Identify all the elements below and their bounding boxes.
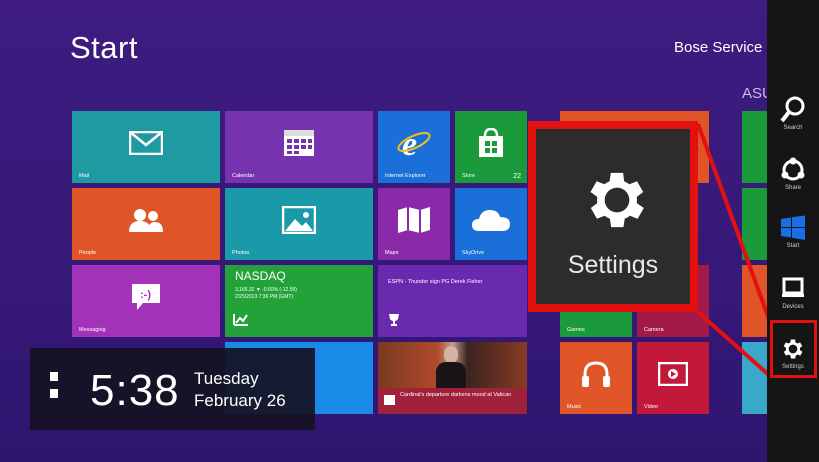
cloud-icon <box>471 208 511 232</box>
maps-icon <box>397 206 431 234</box>
settings-callout[interactable]: Settings <box>528 121 698 312</box>
clock-day: Tuesday <box>194 369 259 388</box>
tile-label: Video <box>644 404 658 410</box>
finance-quote-value: 3,165.32 ▼ -0.60% (-12.59) <box>235 287 297 293</box>
settings-charm-highlight <box>770 320 817 378</box>
settings-callout-inner: Settings <box>536 129 690 304</box>
tile-label: SkyDrive <box>462 250 485 256</box>
tile-label: Music <box>567 404 582 410</box>
tile-skydrive[interactable]: SkyDrive <box>455 188 527 260</box>
tile-asus-2[interactable] <box>742 188 767 260</box>
status-icons <box>50 372 66 406</box>
tile-label: Games <box>567 327 585 333</box>
clock-date: February 26 <box>194 391 286 410</box>
sports-headline: ESPN - Thunder sign PG Derek Fisher <box>388 279 483 285</box>
charm-share[interactable]: Share <box>767 148 819 210</box>
start-title: Start <box>70 30 138 65</box>
tile-maps[interactable]: Maps <box>378 188 450 260</box>
news-headline: Cardinal's departure darkens mood at Vat… <box>400 392 512 398</box>
tile-finance[interactable]: NASDAQ 3,165.32 ▼ -0.60% (-12.59) 2/25/2… <box>225 265 373 337</box>
tile-label: Store <box>462 173 476 179</box>
tile-calendar[interactable]: Calendar <box>225 111 373 183</box>
tile-label: Internet Explorer <box>385 173 426 179</box>
news-caption: Cardinal's departure darkens mood at Vat… <box>378 388 527 414</box>
news-icon <box>384 395 395 405</box>
video-icon <box>658 362 688 387</box>
messaging-icon: :-) <box>131 283 161 311</box>
finance-quote: 3,165.32 ▼ -0.60% (-12.59) 2/25/2013 7:3… <box>235 287 297 301</box>
tile-label: Maps <box>385 250 399 256</box>
tile-asus-4[interactable] <box>742 342 767 414</box>
charms-bar: Search Share Start Devices Settings <box>767 0 819 462</box>
mail-icon <box>129 131 163 156</box>
finance-title: NASDAQ <box>235 269 286 283</box>
internet-explorer-icon: e <box>396 126 432 160</box>
tile-sports[interactable]: ESPN - Thunder sign PG Derek Fisher <box>378 265 527 337</box>
tile-asus-1[interactable] <box>742 111 767 183</box>
people-icon <box>128 208 164 233</box>
tile-store[interactable]: Store 22 <box>455 111 527 183</box>
tile-video[interactable]: Video <box>637 342 709 414</box>
user-name[interactable]: Bose Service <box>674 39 762 56</box>
trophy-icon <box>388 313 400 331</box>
tile-label: Calendar <box>232 173 255 179</box>
tile-people[interactable]: People <box>72 188 220 260</box>
charm-start[interactable]: Start <box>767 206 819 268</box>
photos-icon <box>282 206 316 235</box>
svg-text:e: e <box>402 126 417 160</box>
charm-search[interactable]: Search <box>767 88 819 150</box>
svg-text::-): :-) <box>140 289 151 301</box>
tile-photos[interactable]: Photos <box>225 188 373 260</box>
network-icon <box>50 372 58 381</box>
finance-quote-time: 2/25/2013 7:36 PM (GMT) <box>235 294 294 300</box>
tile-label: Camera <box>644 327 664 333</box>
clock-time: 5:38 <box>90 366 180 415</box>
charm-label: Search <box>783 125 803 131</box>
store-badge: 22 <box>513 173 521 180</box>
tile-label: People <box>79 250 97 256</box>
charm-label: Share <box>784 185 801 191</box>
tile-messaging[interactable]: :-) Messaging <box>72 265 220 337</box>
chart-icon <box>233 313 249 331</box>
tile-label: Messaging <box>79 327 106 333</box>
gear-icon <box>580 163 654 242</box>
charm-label: Start <box>786 243 800 249</box>
battery-icon <box>50 389 58 398</box>
tile-news[interactable]: Cardinal's departure darkens mood at Vat… <box>378 342 527 414</box>
tile-label: Mail <box>79 173 90 179</box>
tile-label: Photos <box>232 250 250 256</box>
tile-asus-3[interactable] <box>742 265 767 337</box>
tile-music[interactable]: Music <box>560 342 632 414</box>
charm-label: Devices <box>782 304 804 310</box>
settings-callout-label: Settings <box>567 251 659 279</box>
tile-internet-explorer[interactable]: e Internet Explorer <box>378 111 450 183</box>
lock-clock-panel: 5:38 Tuesday February 26 <box>30 348 315 430</box>
calendar-icon <box>283 129 315 157</box>
store-icon <box>477 128 505 158</box>
tile-mail[interactable]: Mail <box>72 111 220 183</box>
news-person <box>436 346 466 388</box>
headphones-icon <box>581 360 611 388</box>
